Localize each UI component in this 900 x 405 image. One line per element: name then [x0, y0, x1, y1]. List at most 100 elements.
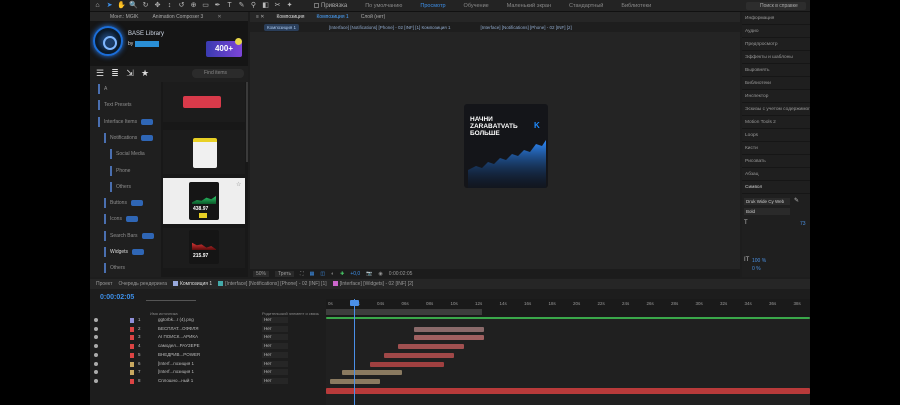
panel-header-item[interactable]: Выровнять [742, 64, 810, 77]
roto-tool-icon[interactable]: ✂ [273, 1, 282, 10]
playhead-line[interactable] [354, 299, 355, 405]
label-color-swatch[interactable] [130, 326, 134, 332]
eyedropper-icon[interactable]: ✎ [794, 197, 799, 204]
visibility-eye-icon[interactable] [94, 361, 98, 366]
tree-item[interactable]: A [96, 82, 107, 96]
list-icon[interactable]: ≣ [110, 68, 120, 78]
layer-duration-bar[interactable] [326, 387, 810, 394]
type-tool-icon[interactable]: T [225, 1, 234, 10]
tree-item[interactable]: Notifications [102, 131, 154, 145]
parent-dropdown[interactable]: Нет [262, 343, 288, 350]
layer-row[interactable]: 2 БЕСПЛАТ...ОФФЛЯ Нет [90, 325, 326, 333]
zoom-tool-icon[interactable]: 🔍 [129, 1, 138, 10]
workspace-default[interactable]: По умолчанию [365, 3, 402, 9]
visibility-eye-icon[interactable] [94, 378, 98, 383]
tab-project[interactable]: Проект [96, 281, 112, 287]
tree-item[interactable]: Phone [108, 164, 130, 178]
panel-header-item[interactable]: Информация [742, 12, 810, 25]
close-icon[interactable]: ✕ [217, 14, 221, 20]
playhead-handle[interactable] [350, 300, 359, 306]
layer-row[interactable]: 7 [Interf...позиция 1 Нет [90, 369, 326, 376]
workspace-review[interactable]: Просмотр [420, 3, 445, 9]
label-color-swatch[interactable] [130, 344, 134, 350]
baseline-shift-value[interactable]: 0 % [752, 266, 761, 272]
orbit-tool-icon[interactable]: ↻ [141, 1, 150, 10]
tab-composition-1[interactable]: Композиция 1 [317, 14, 349, 20]
layer-name[interactable]: AI ПОИСК...АРИКА [158, 334, 208, 339]
tab-layer[interactable]: Слой (нет) [361, 14, 386, 20]
visibility-eye-icon[interactable] [94, 344, 98, 349]
breadcrumb-comp-1[interactable]: Композиция 1 [264, 23, 299, 31]
tree-item[interactable]: Search Bars [102, 229, 154, 243]
parent-dropdown[interactable]: Нет [262, 369, 288, 376]
layer-name[interactable]: самодел...РАУЗЕРЕ [158, 343, 208, 348]
tree-item[interactable]: Text Presets [96, 98, 132, 112]
grid-scrollbar[interactable] [246, 82, 248, 162]
panel-header-item[interactable]: Кисти [742, 142, 810, 155]
color-management-icon[interactable]: ✚ [340, 271, 344, 277]
font-family-select[interactable]: Druk Wide Cy Web [744, 198, 790, 205]
author-badge[interactable] [135, 41, 160, 47]
star-icon[interactable]: ★ [140, 68, 150, 78]
label-color-swatch[interactable] [130, 318, 134, 323]
export-icon[interactable]: ⇲ [125, 68, 135, 78]
visibility-eye-icon[interactable] [94, 352, 98, 357]
sliders-icon[interactable]: ☰ [95, 68, 105, 78]
kerning-value[interactable]: 73 [800, 221, 806, 227]
tab-composition-lock[interactable]: ≡ ✕ [256, 14, 265, 20]
visibility-eye-icon[interactable] [94, 370, 98, 375]
tab-animation-composer[interactable]: Animation Composer 3 [152, 14, 203, 20]
channel-icon[interactable]: ◐ [331, 271, 334, 277]
pan-tool-icon[interactable]: ✥ [153, 1, 162, 10]
pen-tool-icon[interactable]: ✒ [213, 1, 222, 10]
visibility-eye-icon[interactable] [94, 318, 98, 322]
layer-duration-bar[interactable] [370, 361, 444, 367]
tab-composition[interactable]: Композиция [277, 14, 305, 20]
breadcrumb-notifications-2[interactable]: [Interface] [Notifications] [Phone] - 02… [480, 25, 571, 30]
grid-toggle-icon[interactable]: ▦ [310, 271, 315, 277]
layer-duration-bar[interactable] [414, 335, 484, 341]
vertical-scale-value[interactable]: 100 % [752, 258, 766, 264]
tree-item[interactable]: Others [108, 180, 131, 194]
layer-row[interactable]: 3 AI ПОИСК...АРИКА Нет [90, 334, 326, 341]
layer-search-input[interactable] [146, 295, 196, 301]
panel-header-item[interactable]: Библиотеки [742, 77, 810, 90]
panel-header-item[interactable]: Предпросмотр [742, 38, 810, 51]
grid-card-yellow[interactable] [163, 130, 245, 174]
workspace-small-screen[interactable]: Маленький экран [507, 3, 551, 9]
parent-dropdown[interactable]: Нет [262, 360, 288, 367]
grid-card-notification[interactable] [163, 82, 245, 122]
workspace-learn[interactable]: Обучение [464, 3, 489, 9]
tab-timeline-widgets[interactable]: [Interface] [Widgets] - 02 [INF] [2] [332, 281, 413, 287]
layer-name[interactable]: БЕСПЛАТ...ОФФЛЯ [158, 326, 208, 331]
layer-duration-bar[interactable] [342, 370, 402, 376]
panel-header-item[interactable]: Эффекты и шаблоны [742, 51, 810, 64]
layer-duration-bar[interactable] [326, 317, 810, 319]
home-icon[interactable]: ⌂ [93, 1, 102, 10]
tab-timeline-comp-1[interactable]: Композиция 1 [172, 281, 212, 287]
tree-item[interactable]: Widgets [102, 245, 145, 259]
panel-header-item[interactable]: Абзац [742, 168, 810, 181]
tree-item[interactable]: Interface Items [96, 115, 154, 129]
anchor-tool-icon[interactable]: ⊕ [189, 1, 198, 10]
work-area-bar[interactable] [326, 309, 482, 315]
workspace-libraries[interactable]: Библиотеки [621, 3, 651, 9]
viewer-timecode[interactable]: 0:00:02:05 [389, 271, 413, 277]
font-style-select[interactable]: Bold [744, 208, 790, 215]
layer-row[interactable]: 5 ВНЕДРИВ...POWER Нет [90, 351, 326, 359]
panel-header-item[interactable]: Инспектор [742, 90, 810, 103]
puppet-tool-icon[interactable]: ✦ [285, 1, 294, 10]
panel-header-item[interactable]: Символ [742, 181, 810, 194]
layer-name[interactable]: Сплошно...ный 1 [158, 378, 208, 383]
layer-row[interactable]: 4 самодел...РАУЗЕРЕ Нет [90, 343, 326, 350]
brush-tool-icon[interactable]: ✎ [237, 1, 246, 10]
layer-name[interactable]: ggtorbk...r (4).png [158, 317, 208, 322]
grid-card-chart-red[interactable]: 215.97 [163, 228, 245, 268]
rotate-tool-icon[interactable]: ↺ [177, 1, 186, 10]
grid-card-chart-green[interactable]: 438.97 ☆ [163, 178, 245, 224]
panel-header-item[interactable]: Motion Tools 2 [742, 116, 810, 129]
parent-dropdown[interactable]: Нет [262, 334, 288, 341]
breadcrumb-notifications[interactable]: [Interface] [Notifications] [Phone] - 02… [329, 25, 451, 30]
tab-render-queue[interactable]: Очередь рендеринга [118, 281, 167, 287]
tree-item[interactable]: Others [102, 261, 125, 275]
